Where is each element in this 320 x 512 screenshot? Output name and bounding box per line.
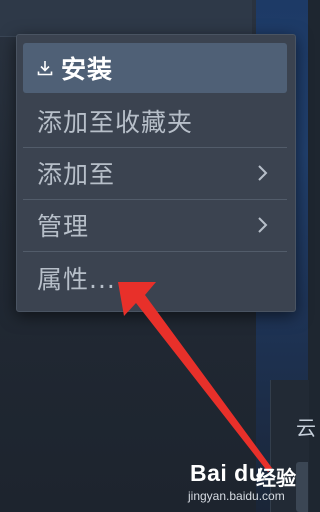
menu-separator — [23, 251, 287, 252]
menu-item-label: 添加至 — [37, 160, 116, 189]
menu-item-properties[interactable]: 属性... — [23, 253, 287, 303]
watermark-logo: Bai du — [190, 460, 264, 486]
chevron-right-icon — [258, 165, 268, 181]
menu-item-add-to-favorites[interactable]: 添加至收藏夹 — [23, 96, 287, 146]
menu-item-label: 添加至收藏夹 — [37, 108, 194, 137]
baidu-jingyan-watermark: Bai du 经验 jingyan.baidu.com — [186, 456, 306, 512]
watermark-url: jingyan.baidu.com — [188, 489, 285, 503]
chevron-right-icon — [258, 217, 268, 233]
right-panel-partial-text: 云 — [296, 416, 316, 440]
download-icon — [35, 58, 55, 78]
menu-item-install[interactable]: 安装 — [23, 43, 287, 93]
top-bar — [0, 0, 252, 37]
menu-item-label: 安装 — [61, 55, 114, 84]
menu-item-label: 管理 — [37, 212, 90, 241]
watermark-text: 经验 — [256, 466, 296, 490]
menu-item-manage[interactable]: 管理 — [23, 200, 287, 250]
context-menu: 安装 添加至收藏夹 添加至 管理 属性... — [16, 34, 296, 312]
menu-item-label: 属性... — [37, 265, 116, 294]
menu-item-add-to[interactable]: 添加至 — [23, 148, 287, 198]
